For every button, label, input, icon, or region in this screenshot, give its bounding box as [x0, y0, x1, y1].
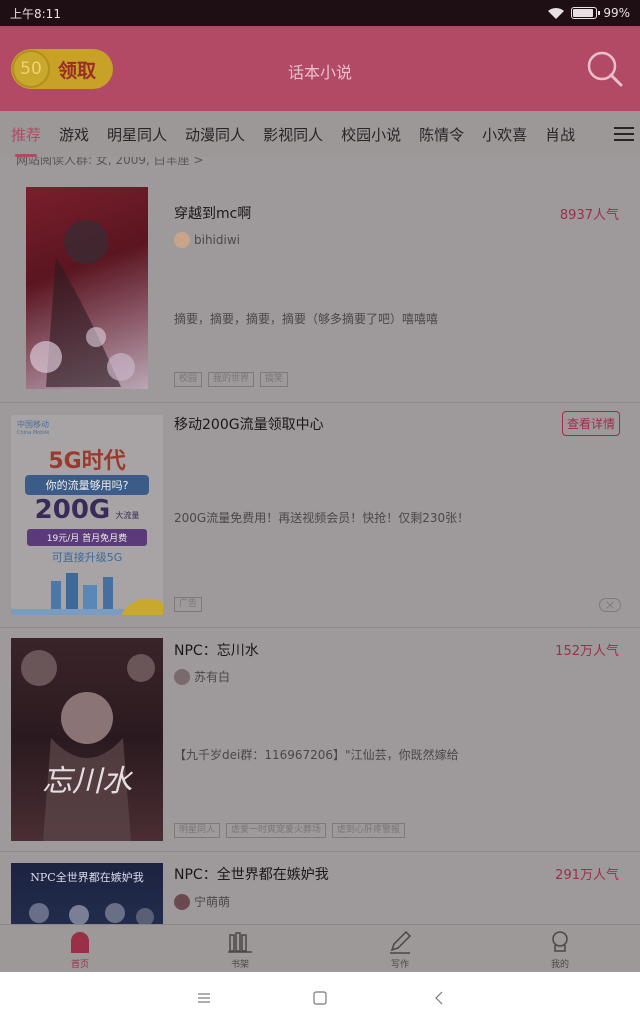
tag[interactable]: 明星同人: [174, 823, 221, 838]
author-avatar: [174, 668, 190, 685]
book-card[interactable]: 忘川水 NPC：忘川水 152万人气 苏有白 【九千岁dei群：11696720…: [0, 628, 640, 852]
book-title[interactable]: NPC：全世界都在嫉妒我: [174, 864, 329, 884]
author[interactable]: bihidiwi: [174, 232, 240, 248]
author-name: bihidiwi: [194, 233, 240, 247]
tab-star-fanfic[interactable]: 明星同人: [107, 124, 167, 145]
author[interactable]: 苏有白: [174, 668, 230, 685]
tab-anime-fanfic[interactable]: 动漫同人: [185, 124, 245, 145]
cover-title-art: NPC全世界都在嫉妒我: [30, 871, 144, 884]
popularity-count: 291万人气: [555, 868, 619, 883]
ad-headline: 5G时代: [48, 449, 126, 474]
previous-card-snippet: 网站阅读人群: 女, 2009, 白羊座 >: [16, 157, 204, 167]
ad-label: 广告: [174, 597, 203, 612]
book-title[interactable]: 穿越到mc啊: [174, 203, 251, 223]
ad-card[interactable]: 中国移动 China Mobile 5G时代 你的流量够用吗? 200G 大流量…: [0, 403, 640, 628]
book-card[interactable]: 穿越到mc啊 8937人气 bihidiwi 摘要，摘要，摘要，摘要（够多摘要了…: [0, 171, 640, 403]
tag-list: 校园 我的世界 搞笑: [174, 372, 289, 387]
ad-tag-list: 广告: [174, 597, 203, 612]
author-avatar: [174, 232, 190, 248]
ad-question: 你的流量够用吗?: [25, 475, 149, 495]
recent-apps-icon[interactable]: [196, 990, 212, 1006]
popularity-count: 152万人气: [555, 644, 619, 659]
bottom-navigation: 首页 书架 写作 我的: [0, 924, 640, 972]
cover-illustration: [30, 220, 135, 387]
tab-xiaozhan[interactable]: 肖战: [545, 124, 575, 145]
cover-title-art: 忘川水: [42, 764, 132, 799]
home-icon: [71, 932, 89, 953]
tag[interactable]: 虐爱一时爽宠爱火葬场: [226, 823, 327, 838]
city-illustration: [11, 573, 163, 615]
status-time: 上午8:11: [10, 6, 61, 21]
menu-icon[interactable]: [614, 126, 634, 142]
nav-profile[interactable]: 我的: [530, 929, 590, 970]
nav-home[interactable]: 首页: [50, 929, 110, 970]
popularity-count: 8937人气: [559, 208, 619, 223]
author-avatar: [174, 893, 190, 910]
ad-price: 19元/月 首月免月费: [27, 529, 147, 546]
system-navigation-bar: [0, 972, 640, 1024]
tag[interactable]: 校园: [174, 372, 203, 387]
category-tabs: 推荐 游戏 明星同人 动漫同人 影视同人 校园小说 陈情令 小欢喜 肖战: [0, 111, 640, 157]
ad-big-offer: 200G 大流量: [34, 495, 140, 525]
book-list: 网站阅读人群: 女, 2009, 白羊座 > 穿越到mc啊 8937人气 bih…: [0, 157, 640, 924]
author[interactable]: 宁萌萌: [174, 893, 230, 910]
profile-icon: [552, 931, 568, 952]
author-name: 宁萌萌: [194, 895, 231, 909]
back-icon[interactable]: [431, 990, 447, 1006]
pencil-icon: [390, 930, 412, 954]
home-button-icon[interactable]: [312, 990, 328, 1006]
author-name: 苏有白: [194, 670, 231, 684]
tag[interactable]: 搞笑: [260, 372, 289, 387]
tab-chenqingling[interactable]: 陈情令: [419, 124, 464, 145]
book-title[interactable]: NPC：忘川水: [174, 640, 259, 660]
ad-title[interactable]: 移动200G流量领取中心: [174, 414, 324, 434]
tab-campus[interactable]: 校园小说: [341, 124, 401, 145]
tab-film-fanfic[interactable]: 影视同人: [263, 124, 323, 145]
nav-bookshelf[interactable]: 书架: [210, 929, 270, 970]
nav-write[interactable]: 写作: [370, 929, 430, 970]
book-card[interactable]: NPC全世界都在嫉妒我 NPC：全世界都在嫉妒我 291万人气 宁萌萌: [0, 852, 640, 924]
view-details-button[interactable]: 查看详情: [561, 411, 620, 436]
tag[interactable]: 我的世界: [208, 372, 255, 387]
ad-cover[interactable]: 中国移动 China Mobile 5G时代 你的流量够用吗? 200G 大流量…: [11, 415, 163, 615]
cover-illustration: [29, 903, 154, 924]
ad-summary: 200G流量免费用！再送视频会员！快抢！仅剩230张！: [174, 511, 470, 525]
search-icon[interactable]: [586, 50, 624, 88]
tab-recommend[interactable]: 推荐: [11, 124, 41, 157]
book-summary: 摘要，摘要，摘要，摘要（够多摘要了吧）嘻嘻嘻: [174, 312, 439, 326]
book-cover[interactable]: [26, 187, 148, 389]
close-ad-icon[interactable]: [599, 598, 621, 612]
tag-list: 明星同人 虐爱一时爽宠爱火葬场 虐到心肝疼警报: [174, 823, 406, 838]
tab-games[interactable]: 游戏: [59, 124, 89, 145]
tab-xiaohuanxi[interactable]: 小欢喜: [482, 124, 527, 145]
book-summary: 【九千岁dei群：116967206】"江仙芸，你既然嫁给: [174, 748, 459, 762]
cover-illustration: [21, 650, 155, 841]
book-cover[interactable]: 忘川水: [11, 638, 163, 841]
wifi-icon: [548, 7, 565, 19]
tag[interactable]: 虐到心肝疼警报: [332, 823, 406, 838]
battery-icon: [571, 7, 601, 19]
status-bar: 上午8:11 99%: [0, 0, 640, 26]
app-header: 50 领取 话本小说: [0, 26, 640, 111]
book-cover[interactable]: NPC全世界都在嫉妒我: [11, 863, 163, 924]
battery-percent: 99%: [603, 6, 630, 20]
app-title: 话本小说: [287, 63, 352, 82]
ad-brand: 中国移动 China Mobile: [17, 420, 50, 436]
bookshelf-icon: [228, 932, 252, 953]
